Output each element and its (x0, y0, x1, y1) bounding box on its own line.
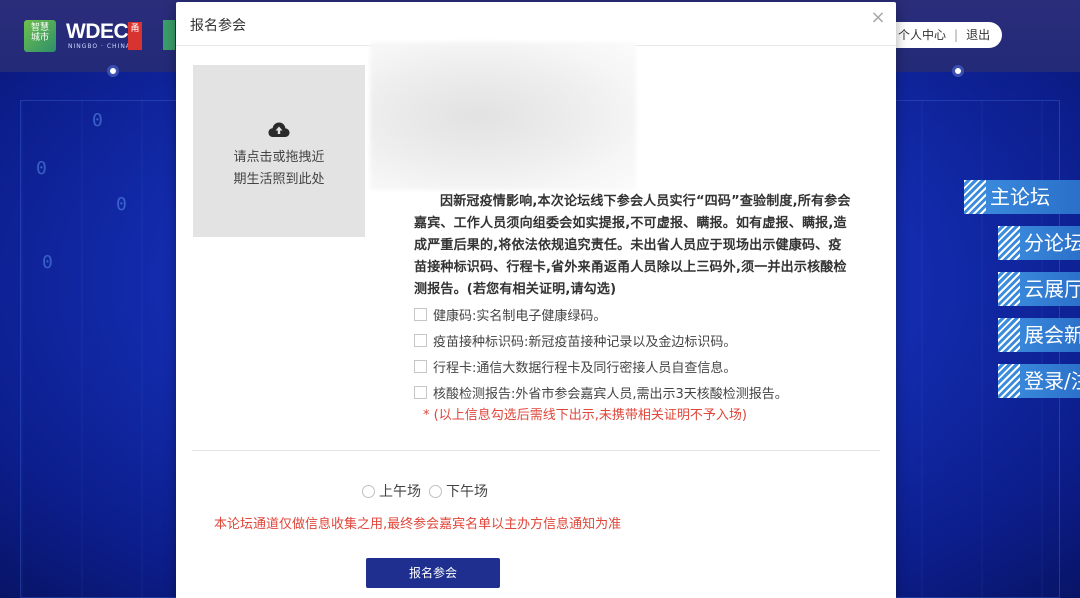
cloud-upload-icon (268, 122, 290, 137)
radio-label: 下午场 (446, 484, 488, 500)
logout-link[interactable]: 退出 (966, 28, 990, 42)
checklist-warning: * (以上信息勾选后需线下出示,未携带相关证明不予入场) (423, 408, 747, 423)
check-label: 行程卡:通信大数据行程卡及同行密接人员自查信息。 (433, 360, 737, 376)
nav-cloud-hall[interactable]: 云展厅 (998, 272, 1080, 306)
modal-title: 报名参会 (190, 18, 246, 34)
submit-registration-button[interactable]: 报名参会 (366, 558, 500, 588)
check-label: 健康码:实名制电子健康绿码。 (433, 308, 607, 324)
check-travel-card[interactable]: 行程卡:通信大数据行程卡及同行密接人员自查信息。 (414, 353, 874, 379)
divider (192, 450, 880, 451)
header-dot-left (107, 65, 119, 77)
blurred-image (370, 42, 636, 190)
radio-button[interactable] (429, 484, 442, 498)
site-brand-sub: NINGBO · CHINA (68, 43, 131, 50)
session-radio-group: 上午场 下午场 (362, 481, 496, 501)
user-menu: 个人中心 | 退出 (880, 22, 1002, 48)
modal-header: 报名参会 × (176, 2, 896, 46)
background-digit: 0 (36, 158, 47, 179)
user-menu-separator: | (954, 28, 959, 42)
check-nucleic-test[interactable]: 核酸检测报告:外省市参会嘉宾人员,需出示3天核酸检测报告。 (414, 379, 874, 405)
epidemic-notice: 因新冠疫情影响,本次论坛线下参会人员实行“四码”查验制度,所有参会嘉宾、工作人员… (414, 194, 851, 297)
check-vaccine-code[interactable]: 疫苗接种标识码:新冠疫苗接种记录以及金边标识码。 (414, 327, 874, 353)
site-logo-icon: 智慧 城市 (24, 20, 56, 52)
partner-logo-icon (163, 20, 175, 50)
radio-label: 上午场 (379, 484, 421, 500)
background-digit: 0 (116, 194, 127, 215)
check-health-code[interactable]: 健康码:实名制电子健康绿码。 (414, 301, 874, 327)
user-center-link[interactable]: 个人中心 (898, 28, 946, 42)
forum-note: 本论坛通道仅做信息收集之用,最终参会嘉宾名单以主办方信息通知为准 (214, 517, 622, 532)
checkbox[interactable] (414, 333, 427, 347)
upload-hint: 请点击或拖拽近 期生活照到此处 (193, 147, 365, 191)
check-label: 疫苗接种标识码:新冠疫苗接种记录以及金边标识码。 (433, 334, 737, 350)
check-label: 核酸检测报告:外省市参会嘉宾人员,需出示3天核酸检测报告。 (433, 386, 788, 402)
checkbox[interactable] (414, 359, 427, 373)
photo-upload-area[interactable]: 请点击或拖拽近 期生活照到此处 (193, 65, 365, 237)
close-icon[interactable]: × (868, 8, 888, 28)
upload-hint-line2: 期生活照到此处 (233, 172, 325, 187)
nav-main-forum[interactable]: 主论坛 (964, 180, 1080, 214)
brand-seal-icon: 甬 (128, 22, 142, 50)
upload-hint-line1: 请点击或拖拽近 (233, 150, 325, 165)
certificate-checklist: 健康码:实名制电子健康绿码。 疫苗接种标识码:新冠疫苗接种记录以及金边标识码。 … (414, 301, 874, 405)
header-dot-right (952, 65, 964, 77)
radio-morning-session[interactable]: 上午场 (362, 481, 421, 501)
registration-modal: 报名参会 × 请点击或拖拽近 期生活照到此处 因新冠疫情影响,本次论坛线下参会人… (176, 2, 896, 598)
background-digit: 0 (42, 252, 53, 273)
site-brand: WDEC (66, 20, 129, 43)
background-digit: 0 (92, 110, 103, 131)
nav-expo-news[interactable]: 展会新 (998, 318, 1080, 352)
checkbox[interactable] (414, 307, 427, 321)
radio-button[interactable] (362, 484, 375, 498)
nav-login[interactable]: 登录/注 (998, 364, 1080, 398)
checkbox[interactable] (414, 385, 427, 399)
nav-sub-forum[interactable]: 分论坛 (998, 226, 1080, 260)
radio-afternoon-session[interactable]: 下午场 (429, 481, 488, 501)
